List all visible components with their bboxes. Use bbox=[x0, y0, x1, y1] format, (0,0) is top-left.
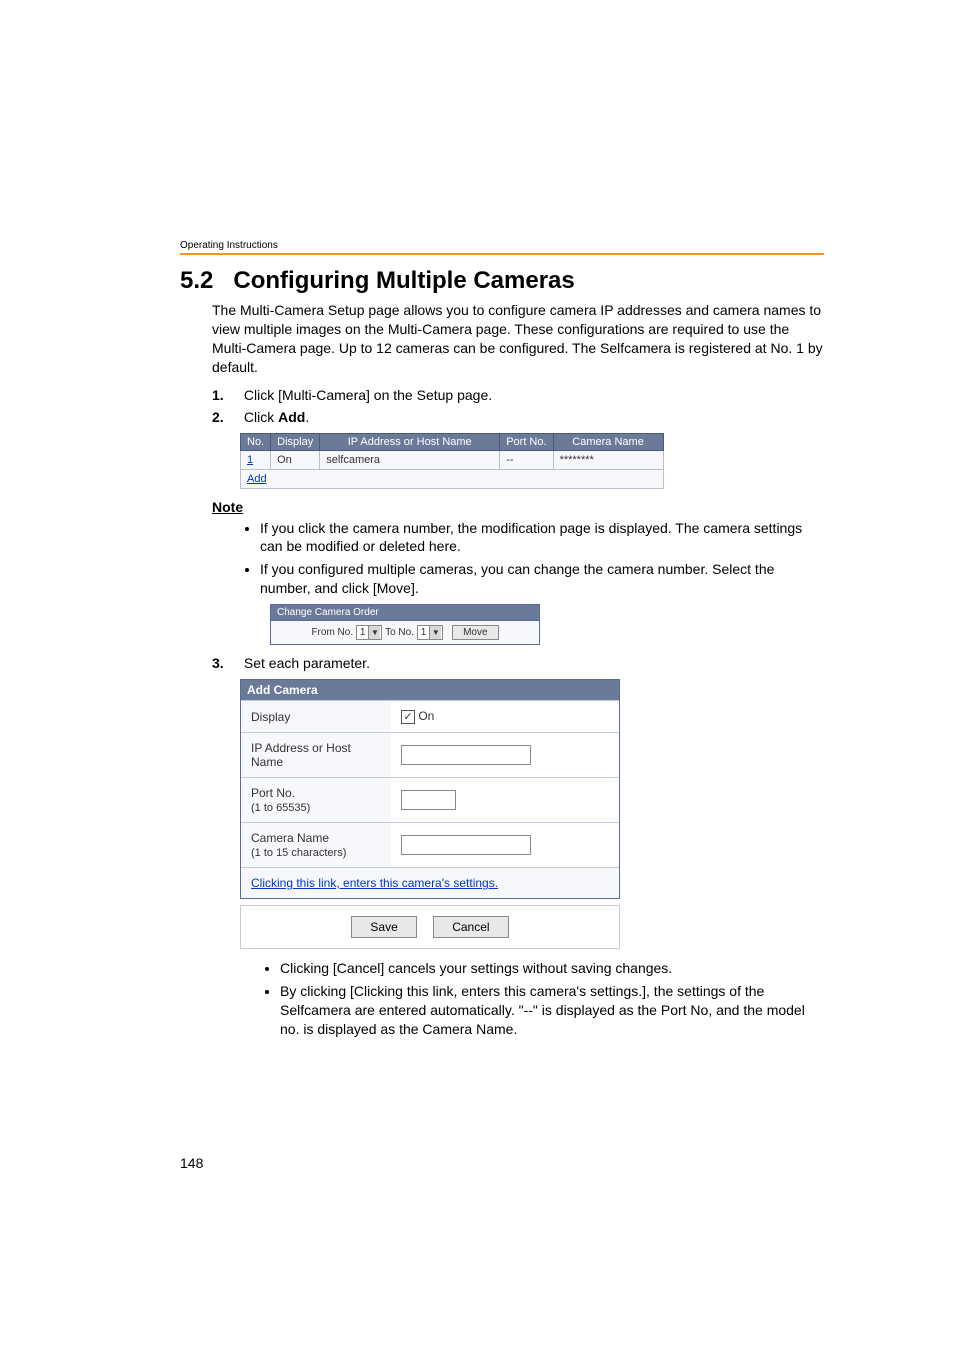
step-2: 2. Click Add. bbox=[212, 409, 824, 425]
port-label: Port No. bbox=[251, 786, 295, 800]
camera-table-row-add: Add bbox=[241, 469, 664, 488]
ip-label: IP Address or Host Name bbox=[241, 732, 391, 777]
section-title-text: Configuring Multiple Cameras bbox=[233, 267, 574, 294]
note-bullet-2: If you configured multiple cameras, you … bbox=[260, 560, 824, 598]
page-number: 148 bbox=[180, 1155, 203, 1171]
th-ip: IP Address or Host Name bbox=[320, 433, 500, 450]
camera-name-hint: (1 to 15 characters) bbox=[251, 847, 346, 859]
step-2-suffix: . bbox=[305, 409, 309, 425]
display-label: Display bbox=[241, 701, 391, 733]
th-display: Display bbox=[271, 433, 320, 450]
camera-name-label-cell: Camera Name (1 to 15 characters) bbox=[241, 822, 391, 867]
step-2-bold: Add bbox=[278, 409, 305, 425]
step-2-number: 2. bbox=[212, 409, 240, 425]
port-label-cell: Port No. (1 to 65535) bbox=[241, 777, 391, 822]
to-no-value: 1 bbox=[421, 627, 427, 638]
section-number: 5.2 bbox=[180, 267, 213, 294]
from-no-select[interactable]: 1▼ bbox=[356, 625, 383, 640]
cancel-button[interactable]: Cancel bbox=[433, 916, 508, 938]
save-cancel-row: Save Cancel bbox=[240, 905, 620, 949]
camera-row-1-display: On bbox=[271, 450, 320, 469]
port-hint: (1 to 65535) bbox=[251, 802, 310, 814]
camera-table-header-row: No. Display IP Address or Host Name Port… bbox=[241, 433, 664, 450]
self-settings-link-cell: Clicking this link, enters this camera's… bbox=[241, 867, 619, 898]
step-1-number: 1. bbox=[212, 387, 240, 403]
note-heading: Note bbox=[212, 499, 824, 515]
camera-list-table: No. Display IP Address or Host Name Port… bbox=[240, 433, 664, 489]
th-no: No. bbox=[241, 433, 271, 450]
step-1: 1. Click [Multi-Camera] on the Setup pag… bbox=[212, 387, 824, 403]
camera-name-label: Camera Name bbox=[251, 831, 329, 845]
section-heading: 5.2 Configuring Multiple Cameras bbox=[180, 267, 824, 295]
step-3: 3. Set each parameter. bbox=[212, 655, 824, 671]
move-button[interactable]: Move bbox=[452, 625, 498, 640]
post-bullet-2: By clicking [Clicking this link, enters … bbox=[280, 982, 824, 1039]
add-camera-panel: Add Camera Display ✓ On IP Address or Ho… bbox=[240, 679, 620, 899]
note-bullet-1: If you click the camera number, the modi… bbox=[260, 519, 824, 557]
save-button[interactable]: Save bbox=[351, 916, 416, 938]
chevron-down-icon: ▼ bbox=[368, 626, 380, 639]
from-no-label: From No. bbox=[311, 627, 353, 638]
camera-row-1-name: ******** bbox=[553, 450, 663, 469]
step-2-prefix: Click bbox=[244, 409, 278, 425]
display-cell: ✓ On bbox=[391, 701, 619, 733]
self-settings-link[interactable]: Clicking this link, enters this camera's… bbox=[251, 876, 498, 890]
th-port: Port No. bbox=[500, 433, 553, 450]
step-2-text: Click Add. bbox=[244, 409, 309, 425]
camera-row-1-no-link[interactable]: 1 bbox=[241, 450, 271, 469]
change-camera-order-panel: Change Camera Order From No. 1▼ To No. 1… bbox=[270, 604, 540, 645]
port-cell bbox=[391, 777, 619, 822]
camera-row-1-ip: selfcamera bbox=[320, 450, 500, 469]
ip-cell bbox=[391, 732, 619, 777]
from-no-value: 1 bbox=[360, 627, 366, 638]
chevron-down-icon: ▼ bbox=[429, 626, 441, 639]
step-3-number: 3. bbox=[212, 655, 240, 671]
camera-add-link[interactable]: Add bbox=[241, 469, 664, 488]
ip-input[interactable] bbox=[401, 745, 531, 765]
port-input[interactable] bbox=[401, 790, 456, 810]
running-header: Operating Instructions bbox=[180, 240, 824, 251]
intro-paragraph: The Multi-Camera Setup page allows you t… bbox=[212, 301, 824, 377]
change-order-body: From No. 1▼ To No. 1▼ Move bbox=[271, 621, 539, 644]
th-camera-name: Camera Name bbox=[553, 433, 663, 450]
camera-name-cell bbox=[391, 822, 619, 867]
step-1-text: Click [Multi-Camera] on the Setup page. bbox=[244, 387, 492, 403]
to-no-select[interactable]: 1▼ bbox=[417, 625, 444, 640]
camera-name-input[interactable] bbox=[401, 835, 531, 855]
display-checkbox[interactable]: ✓ bbox=[401, 710, 415, 724]
change-order-title: Change Camera Order bbox=[271, 605, 539, 621]
header-rule bbox=[180, 253, 824, 255]
add-camera-title: Add Camera bbox=[241, 680, 619, 700]
to-no-label: To No. bbox=[385, 627, 414, 638]
display-value: On bbox=[418, 709, 434, 723]
post-bullet-1: Clicking [Cancel] cancels your settings … bbox=[280, 959, 824, 978]
step-3-text: Set each parameter. bbox=[244, 655, 370, 671]
camera-row-1-port: -- bbox=[500, 450, 553, 469]
camera-table-row-1: 1 On selfcamera -- ******** bbox=[241, 450, 664, 469]
